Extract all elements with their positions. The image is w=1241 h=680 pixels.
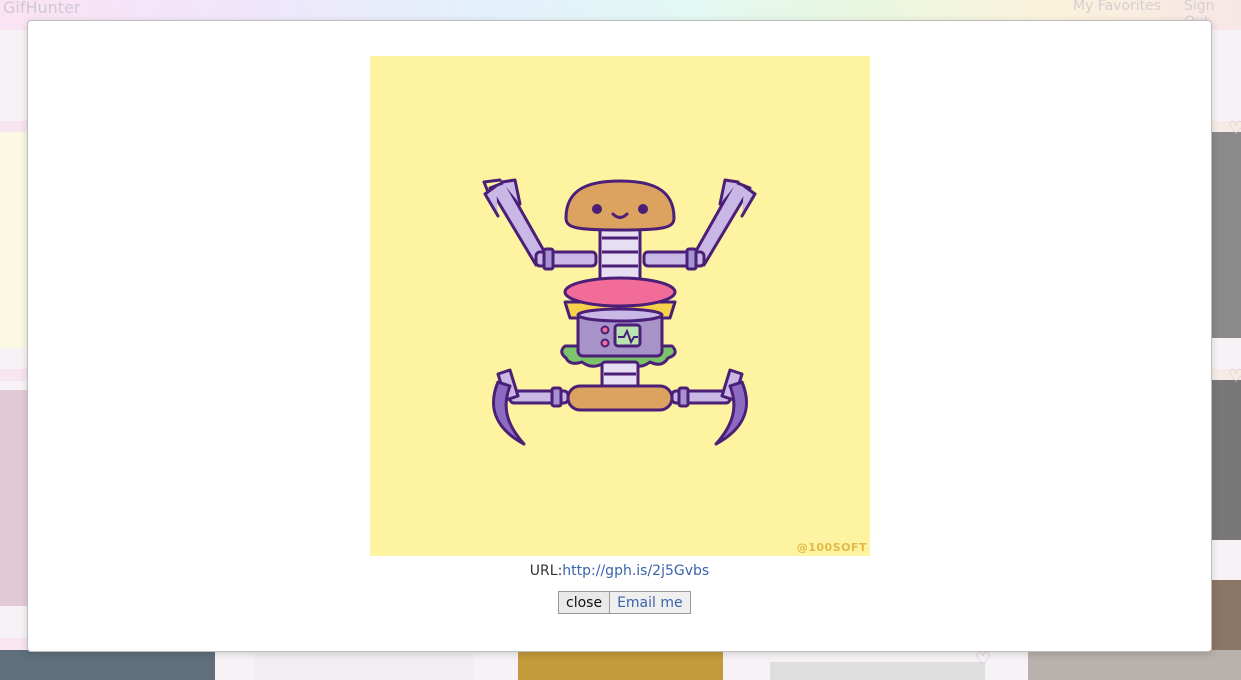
gif-watermark: @100SOFT [796, 541, 867, 554]
close-button[interactable]: close [558, 591, 610, 614]
background-gif-tile[interactable] [518, 650, 723, 680]
background-gif-tile[interactable] [0, 650, 215, 680]
brand-logo[interactable]: GifHunter [3, 0, 80, 17]
gif-url-link[interactable]: http://gph.is/2j5Gvbs [562, 563, 709, 579]
email-me-button[interactable]: Email me [609, 591, 691, 614]
robot-burger-illustration [482, 178, 757, 446]
gif-url-line: URL:http://gph.is/2j5Gvbs [28, 563, 1211, 579]
heart-icon[interactable]: ♡ [1228, 118, 1241, 139]
gif-detail-modal: @100SOFT URL:http://gph.is/2j5Gvbs close… [27, 20, 1212, 652]
background-gif-tile[interactable] [770, 662, 985, 680]
background-gif-tile[interactable] [1212, 580, 1241, 650]
url-label: URL: [529, 563, 563, 579]
modal-actions: close Email me [558, 591, 691, 614]
background-gif-tile[interactable] [1212, 132, 1241, 338]
background-gif-tile[interactable] [1212, 380, 1241, 540]
heart-icon[interactable]: ♡ [975, 649, 991, 670]
background-gif-tile[interactable] [255, 650, 473, 680]
heart-icon[interactable]: ♡ [1228, 366, 1241, 387]
background-gif-tile[interactable] [0, 390, 28, 606]
background-gif-tile[interactable] [1028, 650, 1241, 680]
background-gif-tile[interactable] [0, 132, 28, 348]
gif-image: @100SOFT [370, 56, 870, 556]
nav-my-favorites[interactable]: My Favorites [1073, 0, 1161, 14]
